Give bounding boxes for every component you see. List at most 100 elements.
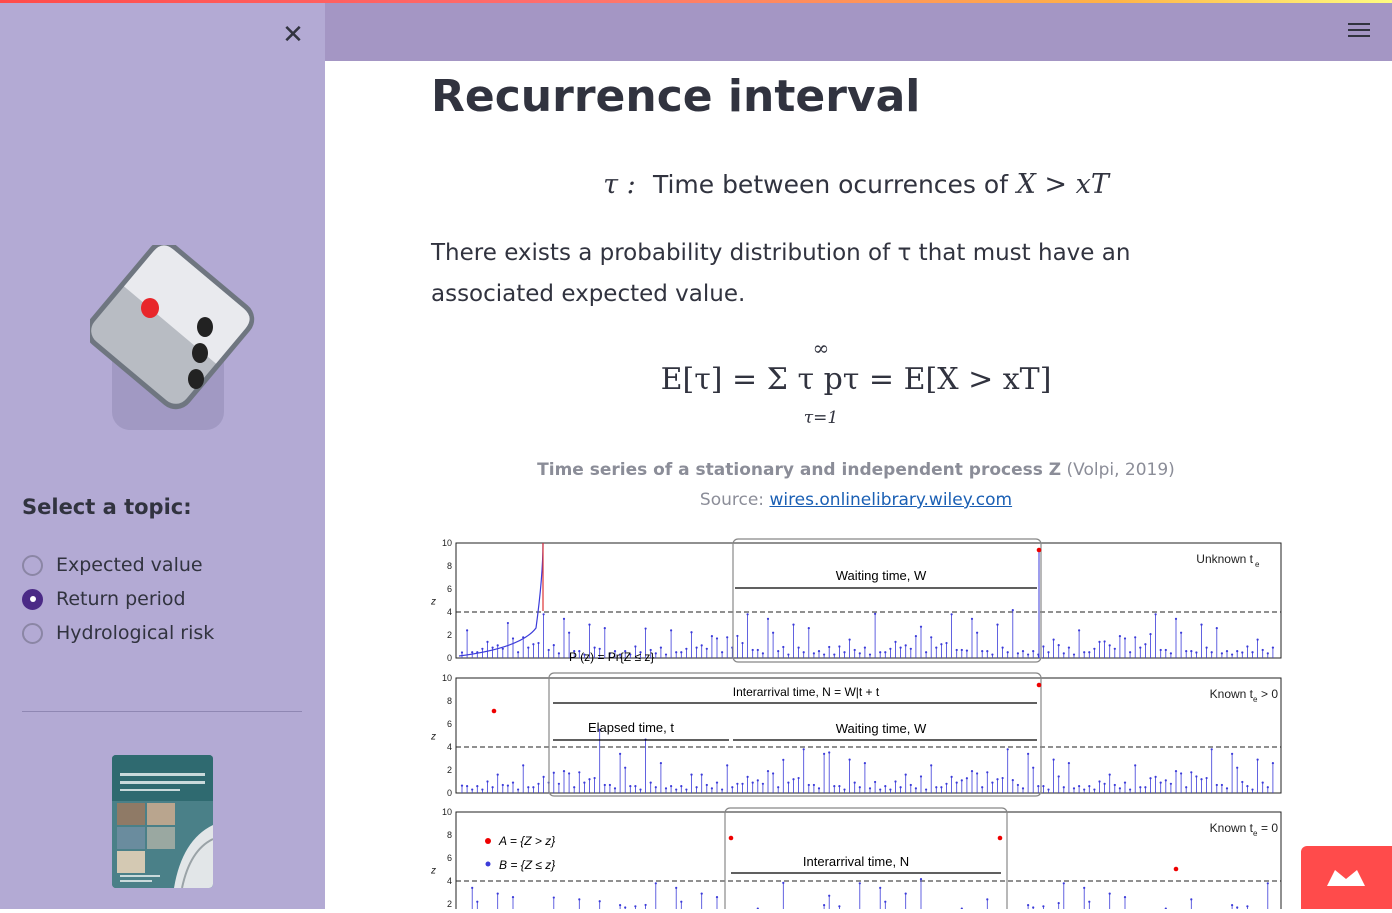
series-point: [634, 905, 637, 908]
time-series-figure: 1086420zUnknown t e1086420zKnown te > 010…: [431, 538, 1282, 909]
radio-hydrological-risk[interactable]: Hydrological risk: [22, 616, 214, 650]
series-point: [894, 780, 897, 783]
series-point: [654, 786, 657, 789]
series-point: [1266, 652, 1269, 655]
hamburger-line: [1348, 29, 1370, 31]
series-point: [542, 613, 545, 616]
series-point: [486, 780, 489, 783]
series-point: [1123, 781, 1127, 784]
legend-marker-b: [485, 861, 491, 867]
series-point: [664, 787, 668, 790]
close-sidebar-button[interactable]: ✕: [278, 20, 308, 50]
radio-expected-value[interactable]: Expected value: [22, 548, 214, 582]
radio-circle[interactable]: [22, 554, 43, 576]
radio-return-period[interactable]: Return period: [22, 582, 214, 616]
series-point: [1083, 788, 1086, 791]
series-point: [568, 631, 571, 634]
series-point: [527, 786, 530, 789]
series-point: [1032, 906, 1035, 909]
y-tick-label: 6: [447, 719, 452, 729]
series-point: [986, 771, 989, 774]
series-point: [1021, 787, 1025, 790]
caption-citation: (Volpi, 2019): [1066, 460, 1175, 480]
y-tick-label: 10: [442, 807, 452, 817]
series-point: [1047, 651, 1050, 654]
series-point: [817, 650, 821, 653]
series-point: [777, 786, 780, 789]
series-point: [1251, 788, 1254, 791]
series-point: [1159, 648, 1162, 652]
series-point: [884, 651, 887, 654]
series-point: [1174, 617, 1178, 620]
series-point: [863, 762, 866, 765]
series-point: [848, 758, 851, 761]
series-point: [853, 648, 856, 652]
series-point: [1032, 766, 1035, 769]
series-point: [965, 649, 969, 652]
series-point: [1011, 609, 1014, 612]
series-point: [756, 779, 759, 782]
series-point: [1134, 636, 1137, 639]
series-point: [797, 776, 800, 780]
cdf-curve: [458, 542, 544, 657]
series-point: [552, 896, 555, 899]
series-point: [1088, 785, 1091, 788]
y-tick-label: 2: [447, 630, 452, 640]
figure-caption: Time series of a stationary and independ…: [431, 460, 1281, 480]
series-point: [991, 781, 994, 784]
series-point: [1021, 650, 1025, 653]
sidebar-divider: [22, 711, 302, 712]
series-point: [1271, 646, 1274, 649]
y-tick-label: 10: [442, 673, 452, 683]
series-point: [680, 651, 683, 654]
series-point: [1123, 896, 1127, 899]
series-point: [838, 905, 841, 908]
series-point: [899, 786, 902, 789]
panel-frame: [455, 542, 1282, 659]
series-point: [710, 787, 713, 790]
crown-icon: [1327, 870, 1365, 886]
radio-circle-selected[interactable]: [22, 588, 43, 610]
panel-label: Unknown t: [1196, 552, 1253, 566]
series-point: [1011, 779, 1014, 782]
eq2-lower: τ=1: [803, 408, 839, 428]
series-point: [1200, 623, 1203, 626]
source-link[interactable]: wires.onlinelibrary.wiley.com: [769, 490, 1012, 510]
radio-circle[interactable]: [22, 622, 43, 644]
legend-b-label: B = {Z ≤ z}: [499, 858, 555, 872]
main-menu-button[interactable]: [1348, 23, 1370, 41]
series-point: [925, 651, 928, 654]
eq2-main: E[τ] = Σ τ pτ = E[X > xT]: [660, 362, 1052, 397]
book-cover-icon[interactable]: [112, 755, 213, 888]
series-point: [756, 648, 759, 652]
series-point: [935, 786, 938, 789]
series-point: [532, 786, 535, 789]
radio-label: Expected value: [56, 554, 203, 576]
series-point: [828, 751, 831, 754]
series-point: [787, 781, 790, 784]
series-point: [695, 786, 698, 789]
series-point: [568, 772, 571, 775]
series-point: [863, 646, 866, 649]
series-point: [879, 788, 882, 791]
series-point: [812, 652, 815, 655]
distribution-paragraph: There exists a probability distribution …: [431, 240, 1131, 307]
cdf-label: P (z) = Pr{Z ≤ z}: [569, 650, 654, 664]
series-point: [680, 785, 683, 788]
series-point: [751, 648, 754, 652]
series-point: [1149, 632, 1152, 636]
series-point: [1164, 648, 1167, 652]
series-point: [496, 892, 499, 895]
series-point: [496, 644, 499, 647]
series-point: [1231, 653, 1234, 656]
series-point: [659, 762, 662, 765]
series-point: [1205, 776, 1208, 780]
series-point: [868, 653, 872, 656]
y-tick-label: 4: [447, 607, 452, 617]
series-point: [1088, 900, 1091, 903]
streamlit-badge[interactable]: [1301, 846, 1392, 909]
series-point: [1225, 650, 1229, 653]
series-point: [700, 644, 703, 647]
series-point: [527, 646, 530, 649]
series-point: [1139, 786, 1142, 789]
